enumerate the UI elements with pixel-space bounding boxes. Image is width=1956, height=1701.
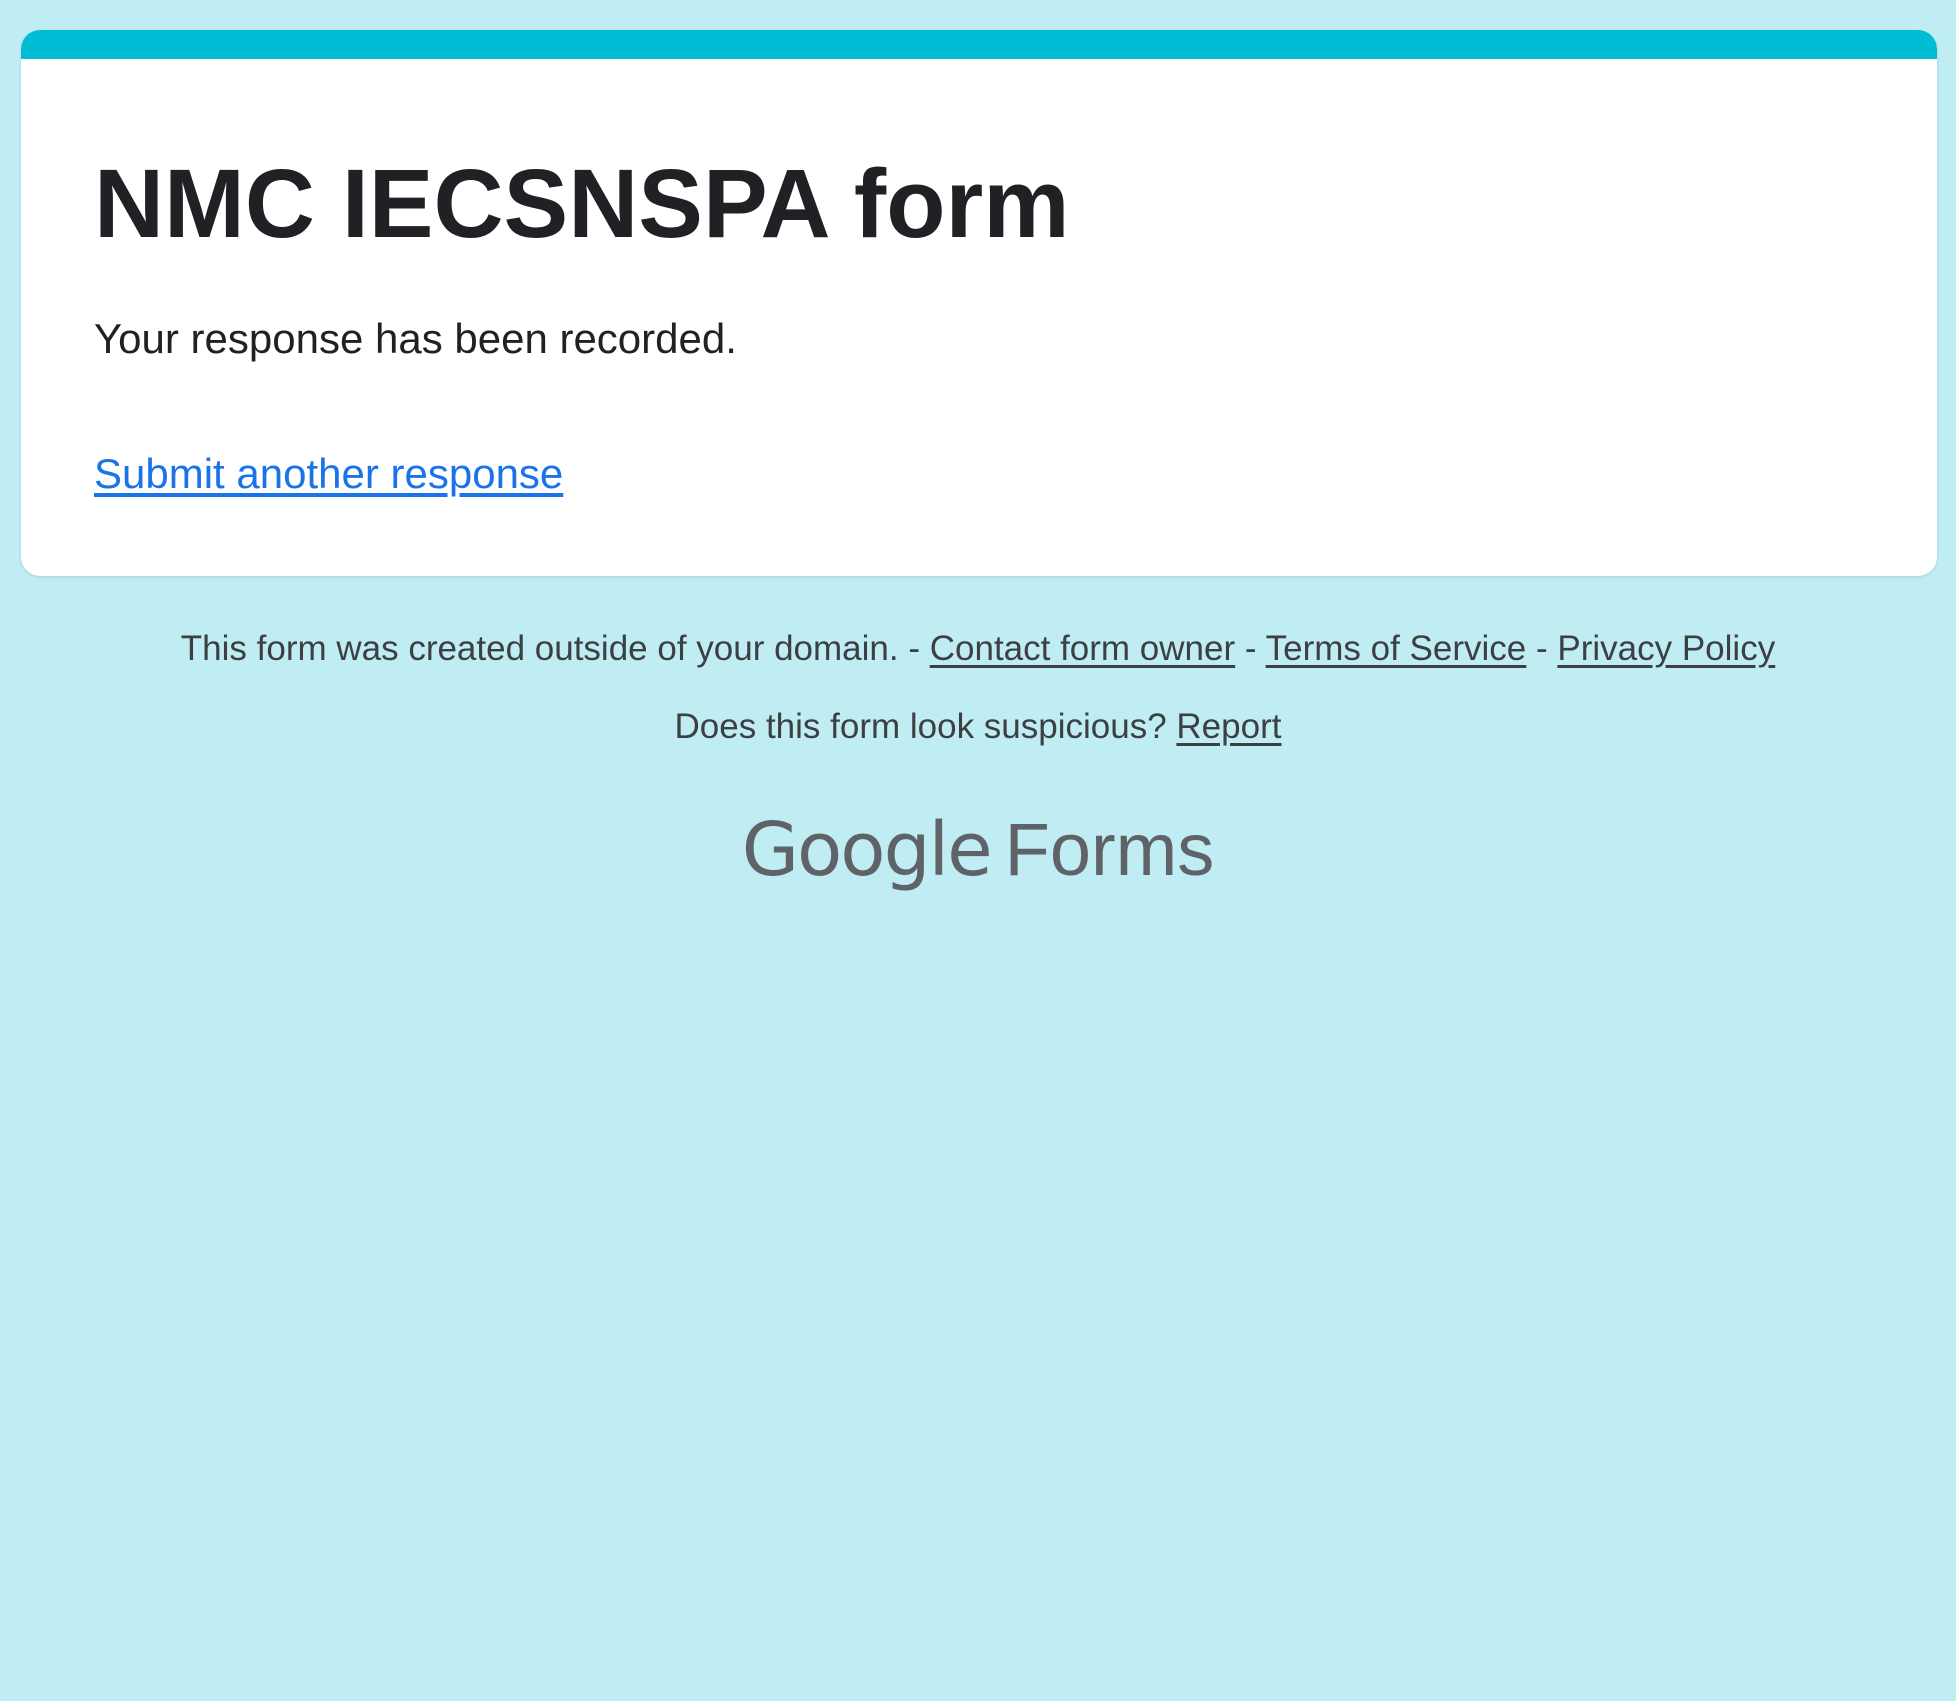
forms-wordmark: Forms <box>1004 808 1215 891</box>
report-link[interactable]: Report <box>1176 707 1281 746</box>
contact-form-owner-link[interactable]: Contact form owner <box>930 629 1235 668</box>
card-accent-bar <box>21 30 1937 59</box>
form-card: NMC IECSNSPA form Your response has been… <box>21 30 1937 576</box>
footer-legal: This form was created outside of your do… <box>0 626 1956 672</box>
form-title: NMC IECSNSPA form <box>94 149 1070 258</box>
suspicious-prompt: Does this form look suspicious? <box>674 707 1167 746</box>
google-forms-logo[interactable]: Google Forms <box>0 806 1956 895</box>
footer-separator: - <box>908 629 920 668</box>
footer-separator: - <box>1244 629 1257 668</box>
terms-of-service-link[interactable]: Terms of Service <box>1266 629 1527 668</box>
confirmation-message: Your response has been recorded. <box>94 315 737 362</box>
submit-another-response-link[interactable]: Submit another response <box>94 447 563 502</box>
google-wordmark: Google <box>741 807 993 893</box>
domain-notice: This form was created outside of your do… <box>180 629 899 668</box>
footer-separator: - <box>1535 629 1548 668</box>
footer-report: Does this form look suspicious? Report <box>0 704 1956 750</box>
privacy-policy-link[interactable]: Privacy Policy <box>1557 629 1775 668</box>
